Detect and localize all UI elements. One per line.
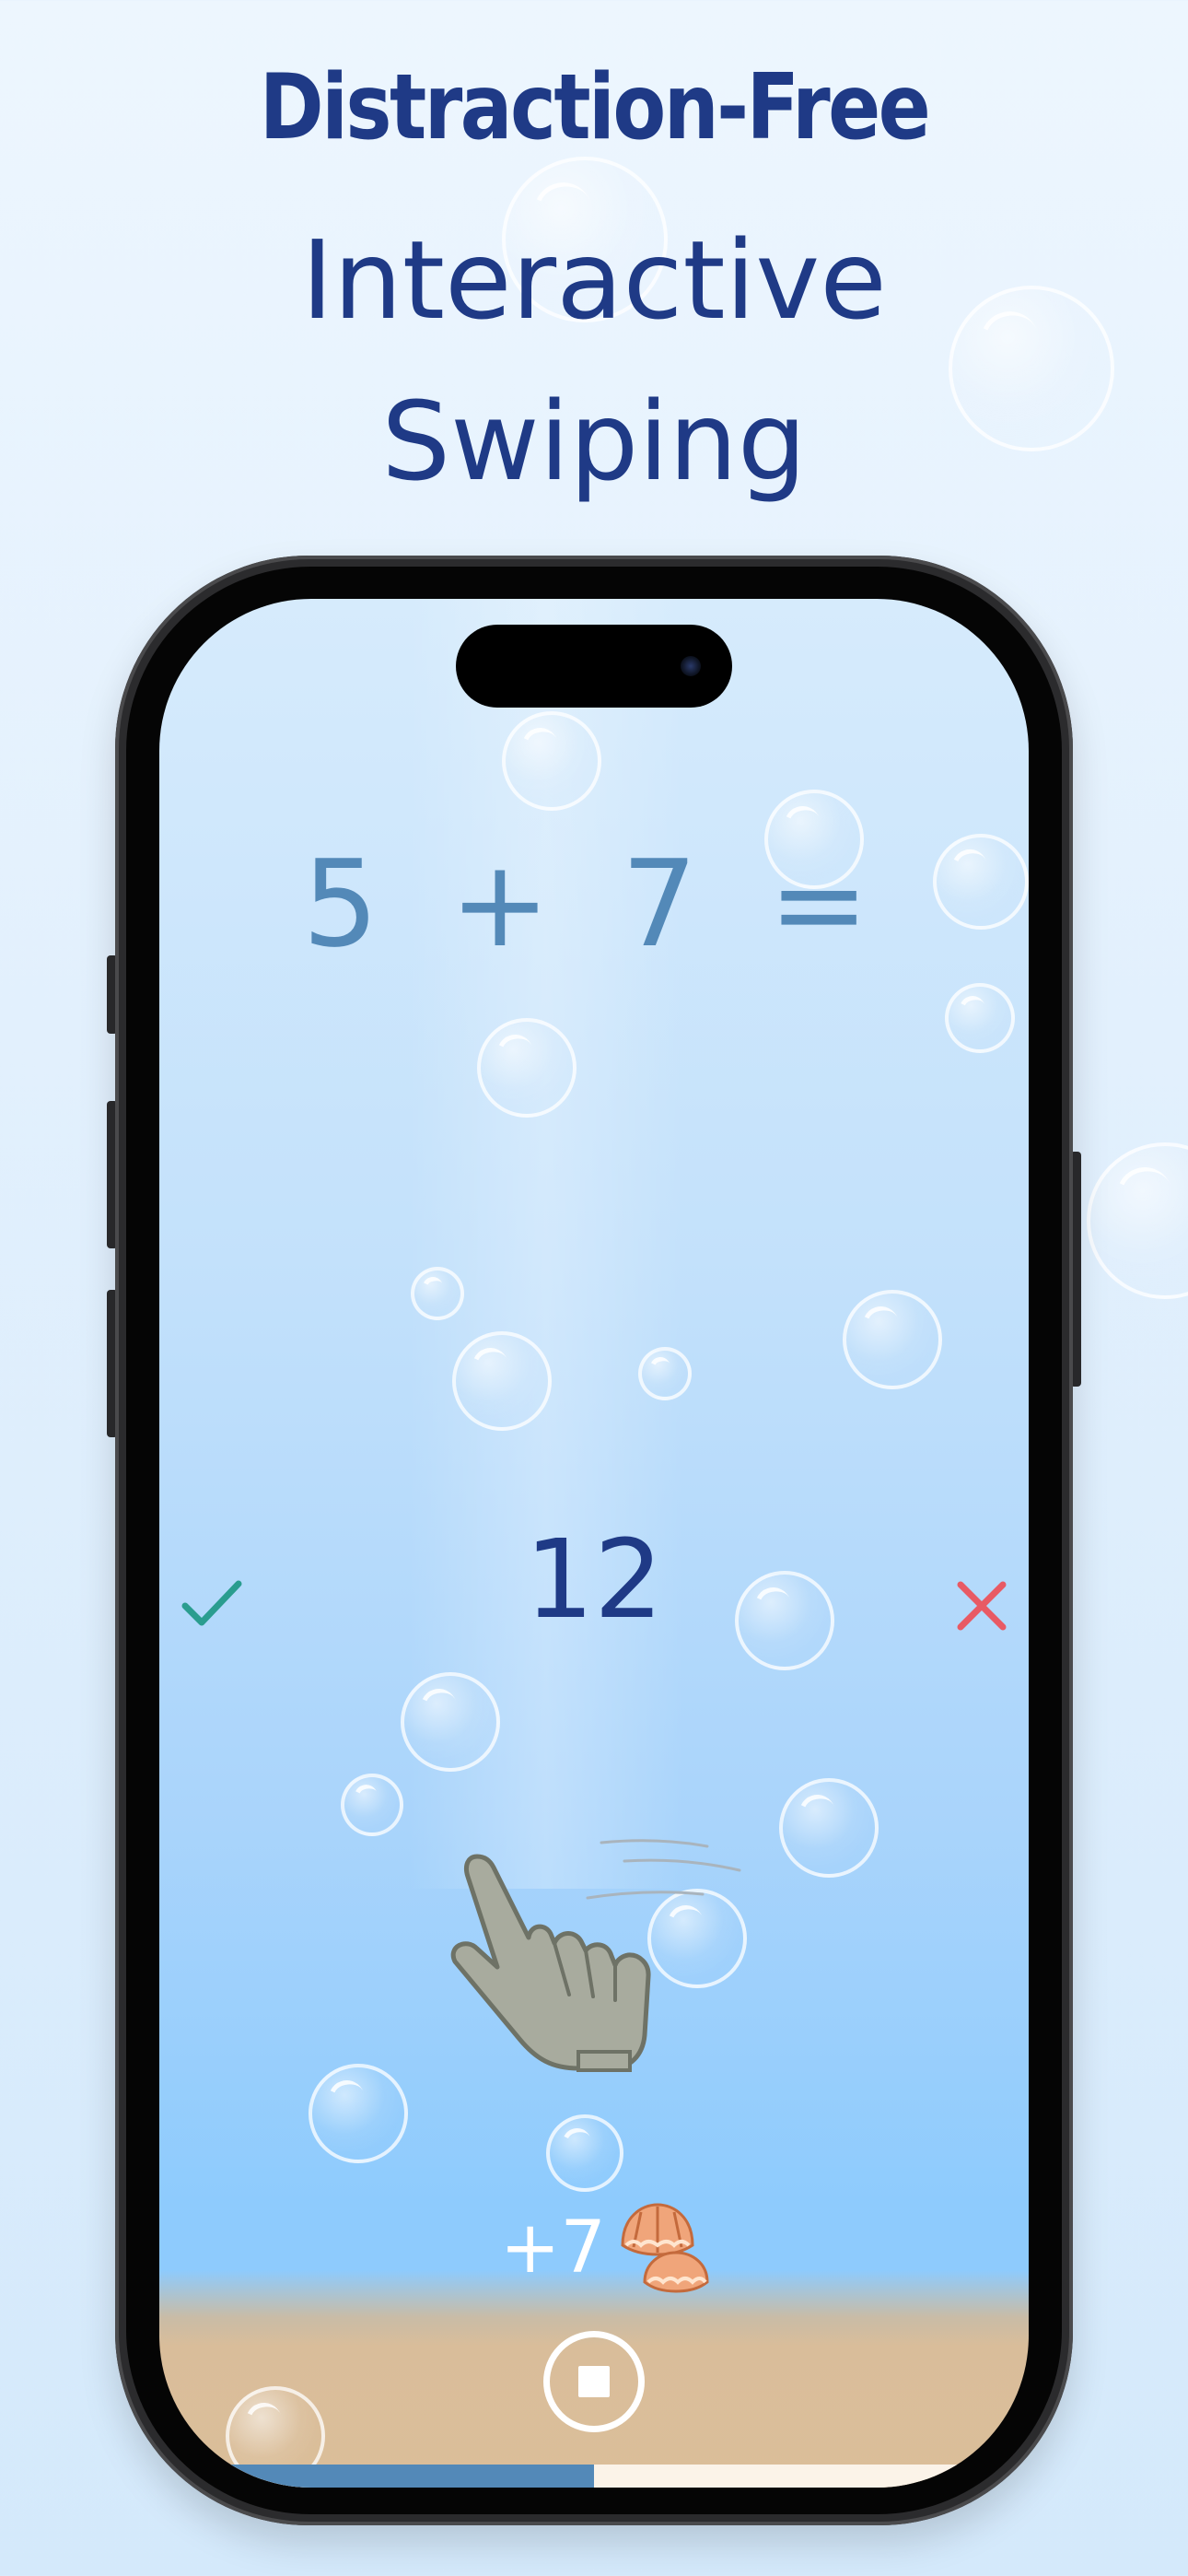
- answer-card[interactable]: 12: [159, 1516, 1029, 1643]
- bubble: [452, 1331, 552, 1431]
- cross-icon: [957, 1581, 1007, 1631]
- bubble: [843, 1290, 942, 1389]
- bubble: [401, 1672, 500, 1772]
- bubble: [1087, 1142, 1188, 1299]
- bubble: [341, 1774, 403, 1836]
- stop-icon: [578, 2366, 610, 2397]
- reward-points: +7: [500, 2207, 606, 2289]
- bubble: [309, 2064, 408, 2163]
- bubble: [945, 983, 1015, 1053]
- equation-prompt: 5 + 7 =: [302, 834, 886, 974]
- bubble: [477, 1018, 577, 1118]
- shell-icon: [621, 2203, 709, 2293]
- dynamic-island: [456, 625, 732, 708]
- headline-subtitle-line1: Interactive: [301, 217, 887, 344]
- progress-bar-fill: [159, 2465, 594, 2488]
- reward-indicator: +7: [500, 2197, 715, 2299]
- progress-bar: [159, 2465, 1029, 2488]
- bubble: [411, 1267, 464, 1320]
- phone-screen: 5 + 7 = 12 +7: [159, 599, 1029, 2488]
- bubble: [779, 1778, 879, 1878]
- camera-icon: [681, 656, 701, 676]
- bubble: [638, 1347, 692, 1400]
- swipe-hand-icon: [450, 1854, 651, 2072]
- bubble: [546, 2114, 623, 2192]
- headline-subtitle-line2: Swiping: [381, 378, 807, 505]
- headline-title: Distraction-Free: [259, 55, 931, 160]
- bubble: [502, 711, 601, 811]
- stop-button[interactable]: [543, 2331, 645, 2432]
